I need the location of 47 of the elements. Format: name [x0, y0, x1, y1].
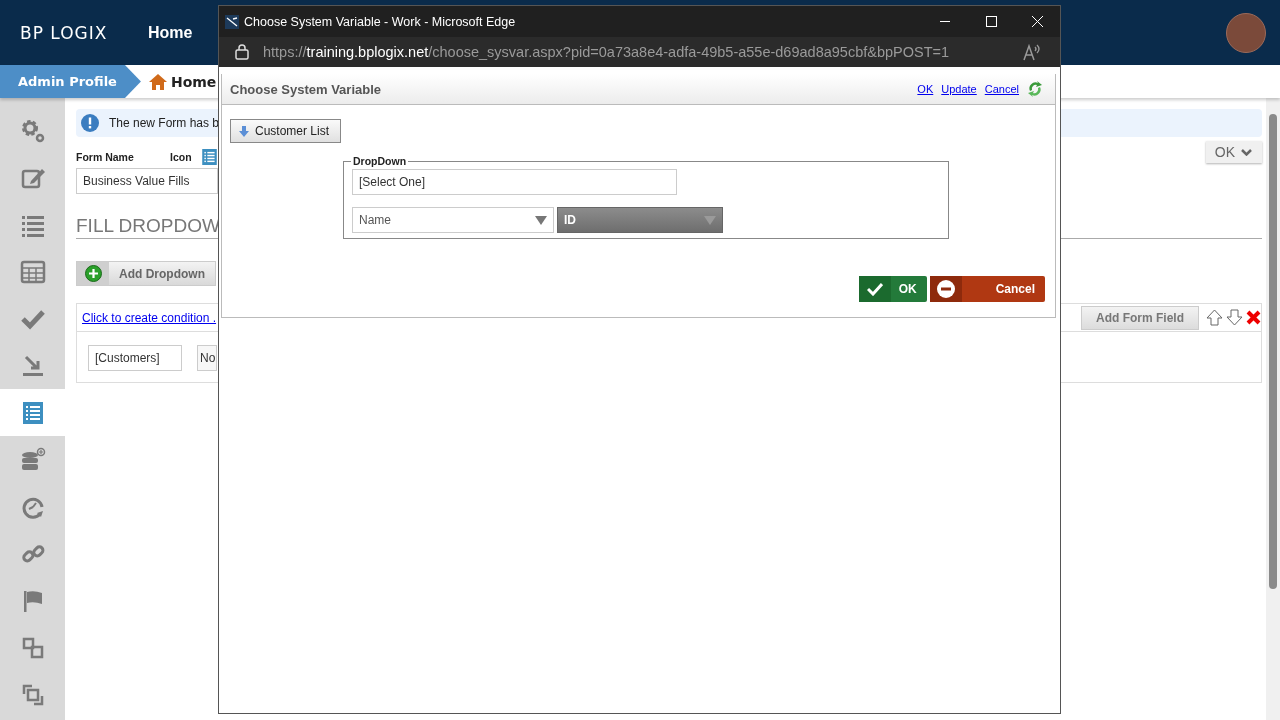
database-icon [19, 446, 46, 473]
dialog-title: Choose System Variable [230, 81, 381, 97]
refresh-icon[interactable] [1027, 80, 1043, 98]
caret-icon [535, 215, 547, 225]
nav-link[interactable]: Home [148, 23, 193, 42]
logo[interactable]: BP LOGIX [20, 22, 130, 43]
dialog-link[interactable]: OK [917, 83, 934, 95]
dialog-link[interactable]: Update [941, 83, 977, 95]
minus-circle-icon [936, 280, 955, 298]
field-label: Form Name [76, 151, 135, 163]
form-name-field[interactable]: Business Value Fills [76, 168, 218, 194]
read-aloud-icon[interactable] [1022, 43, 1042, 61]
home-icon [148, 73, 167, 90]
form-icon[interactable] [201, 149, 217, 165]
check-icon [866, 282, 883, 296]
column-select[interactable]: Name [352, 207, 554, 233]
delete-icon[interactable] [1246, 310, 1261, 325]
window-title: Choose System Variable - Work - Microsoft Edge [244, 14, 516, 29]
lock-icon [235, 44, 249, 60]
add-form-field-button[interactable]: Add Form Field [1081, 305, 1199, 330]
info-icon [81, 114, 99, 132]
chevron-down-icon [1241, 148, 1252, 156]
down-arrow-icon[interactable] [1226, 309, 1243, 326]
source-field[interactable]: [Customers] [88, 345, 182, 371]
avatar[interactable] [1226, 12, 1266, 53]
gear-icon [19, 117, 46, 144]
caret-icon [704, 215, 716, 225]
dialog-link[interactable]: Cancel [984, 83, 1019, 95]
select-one-field[interactable]: [Select One] [352, 169, 677, 195]
breadcrumb-item[interactable]: Home [170, 73, 217, 90]
plus-circle-icon [84, 265, 102, 282]
down-arrow-icon [239, 125, 249, 137]
customer-list-button[interactable]: Customer List [230, 119, 341, 143]
sidebar-item[interactable] [0, 389, 65, 436]
add-dropdown-button[interactable]: Add Dropdown [76, 261, 216, 286]
group-legend: DropDown [351, 155, 409, 167]
create-condition-link[interactable]: Click to create condition . [82, 310, 217, 325]
browser-icon [225, 14, 239, 29]
scrollbar[interactable] [1266, 98, 1280, 720]
cancel-button[interactable]: Cancel [929, 276, 1045, 302]
table-icon [19, 258, 46, 285]
banner-text: The new Form has b [109, 116, 220, 130]
ok-menu-button[interactable]: OK [1205, 141, 1262, 163]
ok-button[interactable]: OK [858, 276, 927, 302]
up-arrow-icon[interactable] [1206, 309, 1223, 326]
column-field[interactable]: No [197, 345, 218, 371]
field-label: Icon [170, 151, 192, 163]
